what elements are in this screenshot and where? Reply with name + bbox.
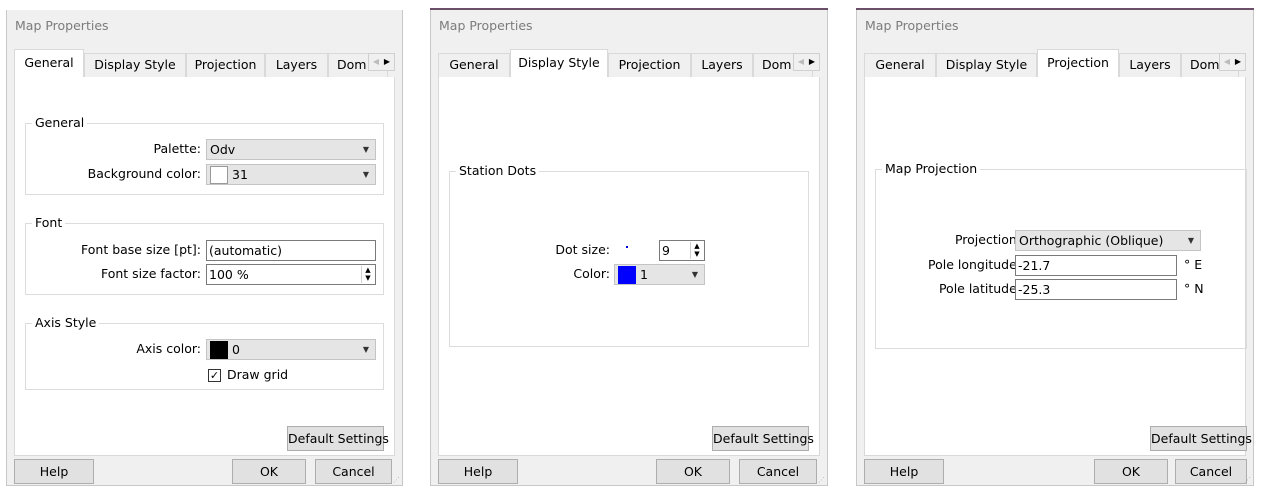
- tab-layers[interactable]: Layers: [691, 53, 753, 77]
- color-label: Color:: [573, 266, 610, 281]
- spin-arrows-icon[interactable]: ▲ ▼: [361, 266, 374, 283]
- tab-display-style[interactable]: Display Style: [510, 49, 608, 77]
- font-size-factor-value: 100 %: [209, 267, 249, 282]
- projection-value: Orthographic (Oblique): [1019, 233, 1164, 248]
- chevron-down-icon: ▼: [362, 345, 369, 354]
- ok-button[interactable]: OK: [232, 459, 306, 484]
- group-title: General: [32, 115, 88, 130]
- default-settings-button[interactable]: Default Settings: [712, 426, 814, 451]
- window-top-edge: [856, 8, 1254, 10]
- axis-color-label: Axis color:: [136, 341, 201, 356]
- chevron-down-icon: ▼: [362, 170, 369, 179]
- group-title: Station Dots: [456, 163, 540, 178]
- default-settings-button[interactable]: Default Settings: [1150, 426, 1252, 451]
- projection-combo[interactable]: Orthographic (Oblique) ▼: [1015, 230, 1201, 251]
- group-axis-style: Axis Style Axis color: 0 ▼ ✓ Draw grid: [25, 315, 384, 390]
- tab-general[interactable]: General: [864, 53, 936, 77]
- projection-label: Projection:: [954, 232, 1021, 247]
- map-properties-dialog-display-style: Map Properties General Display Style Pro…: [430, 8, 828, 486]
- dot-color-value: 1: [640, 267, 648, 282]
- draw-grid-checkbox[interactable]: ✓: [208, 369, 221, 382]
- dot-preview: [626, 246, 628, 248]
- tab-bar: General Display Style Projection Layers …: [864, 49, 1246, 78]
- dot-size-spinbox[interactable]: 9 ▲ ▼: [659, 240, 705, 261]
- tab-panel: General Palette: Odv ▼ Background color:…: [14, 77, 395, 456]
- tab-display-style[interactable]: Display Style: [936, 53, 1037, 77]
- font-base-size-label: Font base size [pt]:: [81, 242, 201, 257]
- tab-general[interactable]: General: [438, 53, 510, 77]
- spin-arrows-icon[interactable]: ▲ ▼: [690, 242, 703, 259]
- axis-color-combo[interactable]: 0 ▼: [206, 339, 376, 360]
- pole-latitude-label: Pole latitude:: [938, 281, 1021, 296]
- chevron-down-icon: ▼: [691, 270, 698, 279]
- resize-grip-icon[interactable]: ⋰: [1244, 476, 1251, 484]
- background-color-value: 31: [232, 167, 248, 182]
- font-size-factor-spinbox[interactable]: 100 % ▲ ▼: [206, 264, 376, 285]
- group-font: Font Font base size [pt]: (automatic) Fo…: [25, 215, 384, 295]
- tab-scroll-arrows-icon[interactable]: ◀ ▶: [793, 53, 820, 71]
- color-swatch-white: [210, 165, 228, 184]
- tab-projection[interactable]: Projection: [608, 53, 691, 77]
- group-general: General Palette: Odv ▼ Background color:…: [25, 115, 384, 195]
- cancel-button[interactable]: Cancel: [739, 459, 817, 484]
- tab-scroll-arrows-icon[interactable]: ◀ ▶: [1219, 53, 1246, 71]
- cancel-button[interactable]: Cancel: [1175, 459, 1247, 484]
- tab-display-style[interactable]: Display Style: [84, 53, 186, 77]
- draw-grid-label[interactable]: Draw grid: [227, 367, 288, 382]
- default-settings-button[interactable]: Default Settings: [287, 426, 389, 451]
- dialog-title: Map Properties: [865, 18, 959, 33]
- tab-bar: General Display Style Projection Layers …: [438, 49, 820, 78]
- group-title: Map Projection: [882, 161, 981, 176]
- tab-bar: General Display Style Projection Layers …: [14, 49, 395, 78]
- tab-layers[interactable]: Layers: [1119, 53, 1181, 77]
- group-title: Font: [32, 215, 66, 230]
- window-top-edge: [6, 8, 403, 10]
- dot-size-label: Dot size:: [555, 242, 610, 257]
- chevron-down-icon: ▼: [362, 145, 369, 154]
- ok-button[interactable]: OK: [1094, 459, 1168, 484]
- pole-latitude-input[interactable]: -25.3: [1015, 279, 1177, 300]
- cancel-button[interactable]: Cancel: [315, 459, 392, 484]
- pole-longitude-input[interactable]: -21.7: [1015, 255, 1177, 276]
- dialog-title: Map Properties: [15, 18, 109, 33]
- axis-color-value: 0: [232, 342, 240, 357]
- tab-projection[interactable]: Projection: [1037, 49, 1119, 77]
- help-button[interactable]: Help: [438, 459, 518, 484]
- map-properties-dialog-general: Map Properties General Display Style Pro…: [6, 8, 403, 486]
- resize-grip-icon[interactable]: ⋰: [818, 476, 825, 484]
- group-map-projection: Map Projection Projection: Orthographic …: [875, 161, 1247, 349]
- background-color-combo[interactable]: 31 ▼: [206, 164, 376, 185]
- color-swatch-blue: [618, 265, 636, 284]
- color-swatch-black: [210, 340, 228, 359]
- dialog-title: Map Properties: [439, 18, 533, 33]
- dot-size-value: 9: [662, 243, 670, 258]
- tab-panel: Map Projection Projection: Orthographic …: [864, 77, 1252, 456]
- font-size-factor-label: Font size factor:: [100, 266, 201, 281]
- background-color-label: Background color:: [87, 166, 201, 181]
- window-top-edge: [430, 8, 828, 10]
- help-button[interactable]: Help: [864, 459, 944, 484]
- ok-button[interactable]: OK: [656, 459, 730, 484]
- pole-longitude-unit: ° E: [1184, 257, 1203, 272]
- tab-layers[interactable]: Layers: [265, 53, 328, 77]
- pole-latitude-unit: ° N: [1184, 281, 1204, 296]
- resize-grip-icon[interactable]: ⋰: [393, 476, 400, 484]
- palette-label: Palette:: [153, 141, 201, 156]
- tab-panel: Station Dots Dot size: 9 ▲ ▼ Color: 1 ▼ D…: [438, 77, 820, 456]
- font-base-size-input[interactable]: (automatic): [206, 240, 376, 261]
- group-station-dots: Station Dots Dot size: 9 ▲ ▼ Color: 1 ▼: [449, 163, 809, 347]
- help-button[interactable]: Help: [14, 459, 94, 484]
- chevron-down-icon: ▼: [1187, 236, 1194, 245]
- group-title: Axis Style: [32, 315, 100, 330]
- tab-scroll-arrows-icon[interactable]: ◀ ▶: [368, 53, 395, 71]
- palette-value: Odv: [210, 142, 236, 157]
- pole-longitude-label: Pole longitude:: [928, 257, 1021, 272]
- dot-color-combo[interactable]: 1 ▼: [614, 264, 705, 285]
- map-properties-dialog-projection: Map Properties General Display Style Pro…: [856, 8, 1254, 486]
- tab-general[interactable]: General: [14, 49, 84, 77]
- palette-combo[interactable]: Odv ▼: [206, 139, 376, 160]
- tab-projection[interactable]: Projection: [186, 53, 265, 77]
